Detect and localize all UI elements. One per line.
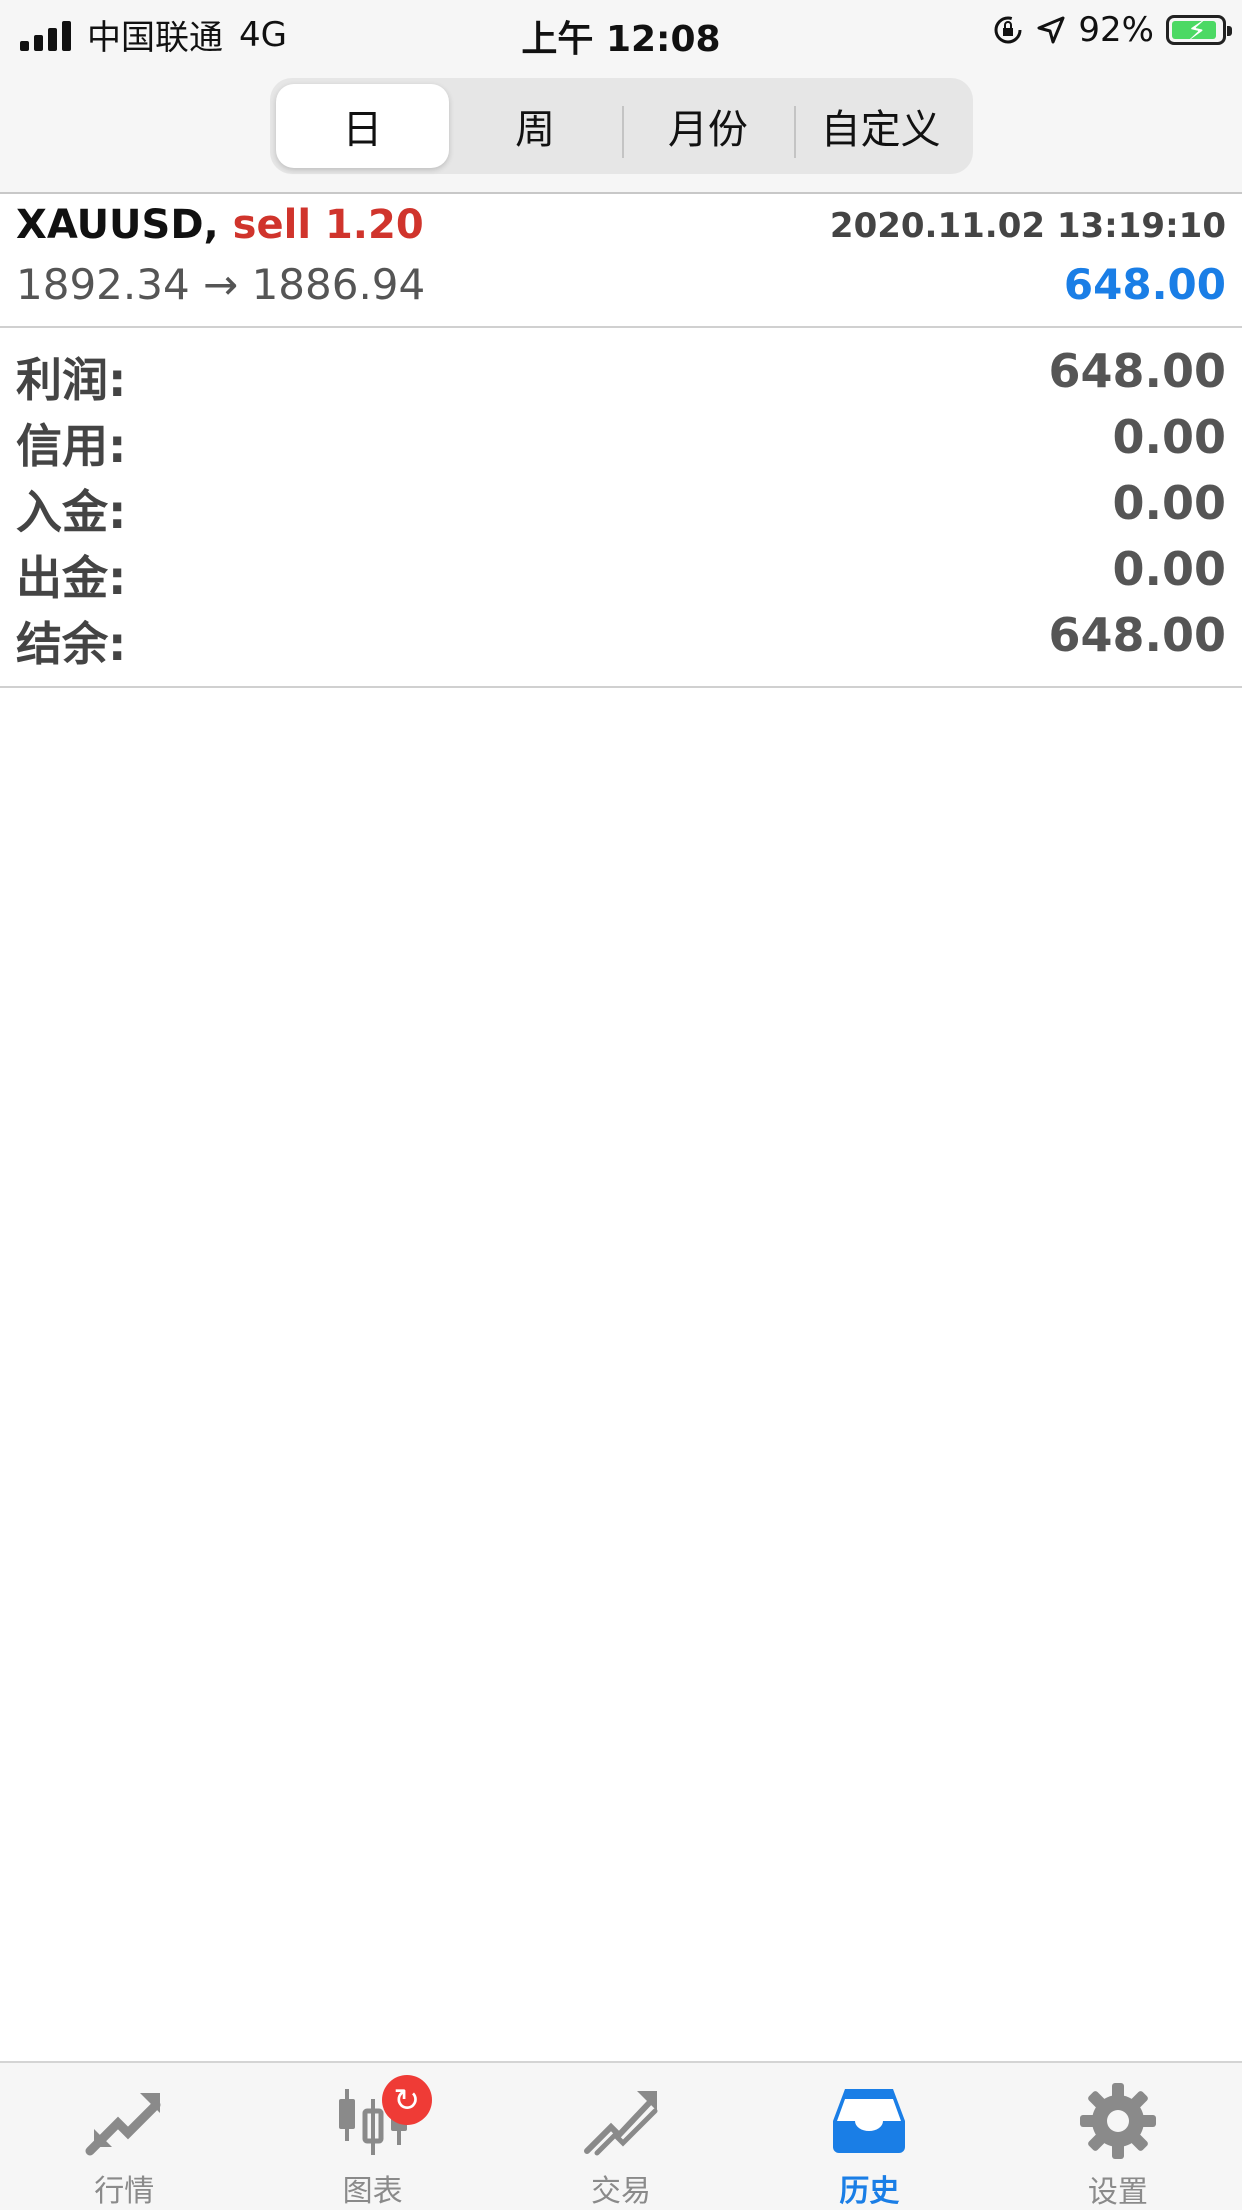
summary-label: 利润: — [16, 353, 127, 407]
battery-nub — [1227, 26, 1232, 36]
summary-value: 648.00 — [1048, 344, 1226, 398]
period-tab-label: 周 — [515, 107, 556, 153]
tab-label: 历史 — [839, 2174, 900, 2209]
period-tab-day[interactable]: 日 — [276, 84, 449, 168]
summary-label: 入金: — [16, 485, 127, 539]
period-tab-month[interactable]: 月份 — [621, 84, 795, 168]
summary-row-withdrawal: 出金: 0.00 — [0, 534, 1242, 605]
trade-datetime: 2020.11.02 13:19:10 — [829, 206, 1226, 246]
summary-value: 0.00 — [1112, 542, 1227, 596]
summary-row-profit: 利润: 648.00 — [0, 336, 1242, 407]
charging-bolt-icon: ⚡ — [1187, 14, 1207, 47]
trade-trend-icon — [576, 2081, 666, 2160]
status-right: 92% ⚡ — [992, 10, 1232, 50]
history-inbox-icon — [824, 2081, 914, 2160]
summary-row-deposit: 入金: 0.00 — [0, 468, 1242, 539]
summary-label: 出金: — [16, 551, 127, 605]
period-segmented-control: 日 周 月份 自定义 — [270, 78, 973, 174]
summary-row-credit: 信用: 0.00 — [0, 402, 1242, 473]
account-summary: 利润: 648.00 信用: 0.00 入金: 0.00 出金: 0.00 结余… — [0, 328, 1242, 688]
period-tab-label: 日 — [342, 107, 383, 153]
trade-profit: 648.00 — [1063, 260, 1226, 309]
candlestick-chart-icon: ↻ — [328, 2075, 432, 2160]
trade-symbol: XAUUSD, — [16, 202, 219, 248]
period-tab-label: 月份 — [667, 107, 748, 153]
summary-value: 648.00 — [1048, 608, 1226, 662]
trade-prices: 1892.34 → 1886.94 — [16, 260, 426, 309]
trade-type: sell 1.20 — [232, 202, 424, 248]
tab-trade[interactable]: 交易 — [497, 2063, 745, 2210]
period-header: 日 周 月份 自定义 — [0, 64, 1242, 194]
tab-settings[interactable]: 设置 — [994, 2063, 1242, 2210]
period-tab-custom[interactable]: 自定义 — [794, 84, 967, 168]
summary-value: 0.00 — [1112, 410, 1227, 464]
gear-icon — [1073, 2081, 1163, 2161]
summary-label: 结余: — [16, 617, 127, 671]
tab-quotes[interactable]: 行情 — [0, 2063, 248, 2210]
summary-row-balance: 结余: 648.00 — [0, 600, 1242, 671]
tab-label: 行情 — [94, 2174, 155, 2209]
quotes-arrows-icon — [79, 2081, 169, 2160]
tab-charts[interactable]: ↻ 图表 — [248, 2063, 496, 2210]
orientation-lock-icon — [994, 16, 1022, 44]
summary-label: 信用: — [16, 419, 127, 473]
period-tab-label: 自定义 — [820, 107, 941, 153]
bottom-tab-bar: 行情 ↻ 图表 交易 历史 设置 — [0, 2061, 1242, 2210]
summary-value: 0.00 — [1112, 476, 1227, 530]
location-arrow-icon — [1037, 16, 1065, 44]
trade-symbol-line: XAUUSD, sell 1.20 — [16, 202, 424, 248]
tab-label: 设置 — [1087, 2175, 1148, 2210]
battery-percent: 92% — [1078, 10, 1154, 50]
refresh-badge: ↻ — [381, 2075, 432, 2125]
tab-label: 图表 — [342, 2174, 403, 2209]
battery-icon: ⚡ — [1166, 14, 1232, 47]
period-tab-week[interactable]: 周 — [449, 84, 622, 168]
tab-history[interactable]: 历史 — [745, 2063, 993, 2210]
status-bar: 中国联通 4G 上午 12:08 92% ⚡ — [0, 0, 1242, 64]
trade-history-row[interactable]: XAUUSD, sell 1.20 2020.11.02 13:19:10 18… — [0, 194, 1242, 328]
tab-label: 交易 — [591, 2174, 652, 2209]
